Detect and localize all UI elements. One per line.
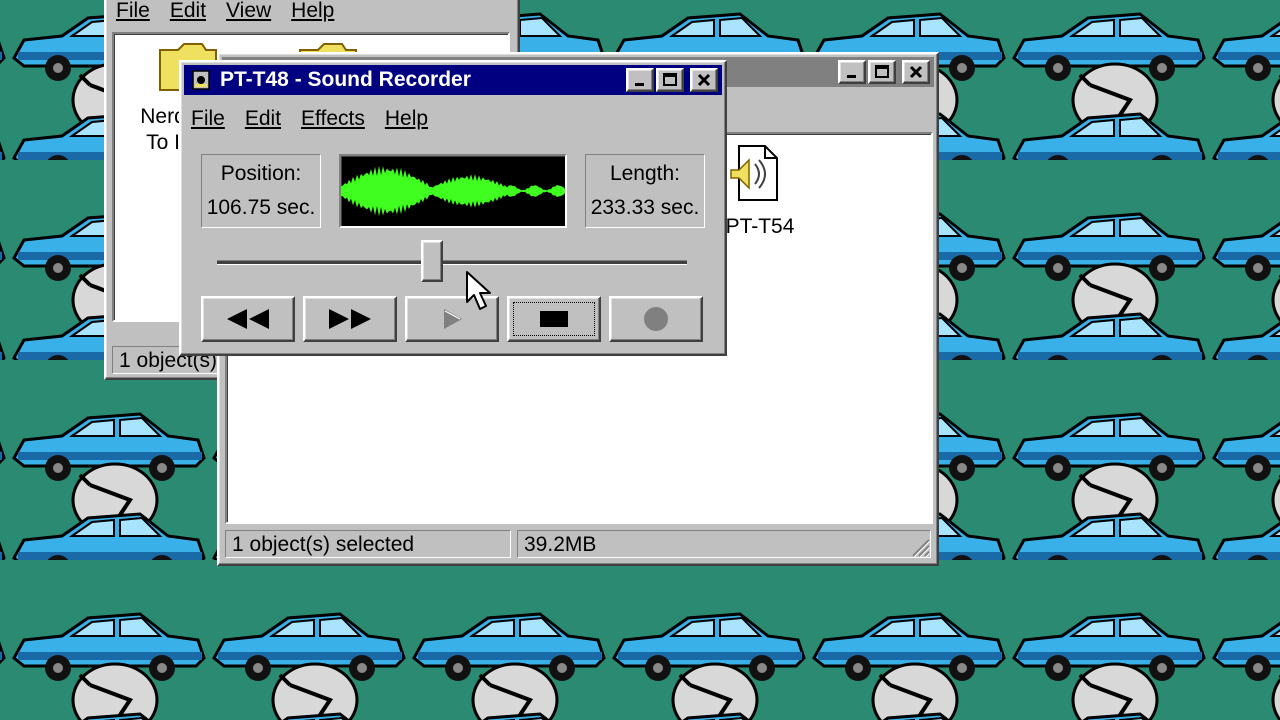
position-value: 106.75 sec. — [206, 196, 316, 219]
maximize-button[interactable] — [656, 68, 684, 92]
menu-file[interactable]: File — [106, 0, 160, 24]
menu-edit[interactable]: Edit — [160, 0, 216, 24]
stop-icon — [540, 311, 568, 327]
close-icon — [909, 65, 923, 79]
menu-help[interactable]: Help — [375, 106, 438, 132]
record-button[interactable] — [609, 296, 703, 342]
minimize-icon — [635, 83, 644, 86]
length-readout: Length: 233.33 sec. — [585, 154, 705, 228]
maximize-icon — [875, 65, 889, 78]
position-label: Position: — [220, 162, 302, 185]
close-button[interactable] — [690, 68, 718, 92]
rewind-icon — [227, 309, 269, 329]
position-slider-thumb[interactable] — [421, 240, 444, 282]
window-title: PT-T48 - Sound Recorder — [220, 68, 471, 91]
fast-forward-icon — [329, 309, 371, 329]
menu-file[interactable]: File — [181, 106, 235, 132]
stop-button[interactable] — [507, 296, 601, 342]
record-icon — [644, 307, 668, 331]
position-readout: Position: 106.75 sec. — [201, 154, 321, 228]
minimize-icon — [847, 75, 856, 78]
waveform-graphic — [341, 165, 565, 217]
status-size-text: 39.2MB — [517, 530, 931, 558]
sound-recorder-window[interactable]: PT-T48 - Sound Recorder File Edit Effect… — [179, 60, 727, 356]
sound-file-label[interactable]: PT-T54 — [715, 214, 805, 240]
sound-recorder-titlebar[interactable]: PT-T48 - Sound Recorder — [184, 65, 722, 95]
sound-recorder-app-icon[interactable] — [190, 69, 212, 91]
play-icon — [444, 309, 462, 329]
status-selected-text: 1 object(s) selected — [225, 530, 511, 558]
back-menubar: File Edit View Help — [106, 0, 518, 26]
explorer-statusbar: 1 object(s) selected 39.2MB — [225, 530, 931, 558]
close-icon — [697, 73, 711, 87]
close-button[interactable] — [902, 60, 930, 84]
sound-file-icon[interactable] — [729, 144, 781, 204]
fast-forward-button[interactable] — [303, 296, 397, 342]
resize-grip-icon[interactable] — [909, 536, 931, 558]
rewind-button[interactable] — [201, 296, 295, 342]
minimize-button[interactable] — [838, 60, 866, 84]
mouse-cursor-icon — [466, 271, 491, 310]
maximize-icon — [663, 73, 677, 86]
sound-recorder-menubar: File Edit Effects Help — [181, 104, 725, 134]
menu-view[interactable]: View — [216, 0, 281, 24]
waveform-display — [339, 154, 567, 228]
waveform-shape — [341, 165, 565, 217]
menu-edit[interactable]: Edit — [235, 106, 291, 132]
maximize-button[interactable] — [868, 60, 896, 84]
length-value: 233.33 sec. — [590, 196, 700, 219]
menu-help[interactable]: Help — [281, 0, 344, 24]
menu-effects[interactable]: Effects — [291, 106, 375, 132]
minimize-button[interactable] — [626, 68, 654, 92]
position-slider-track[interactable] — [217, 260, 687, 265]
length-label: Length: — [609, 162, 681, 185]
